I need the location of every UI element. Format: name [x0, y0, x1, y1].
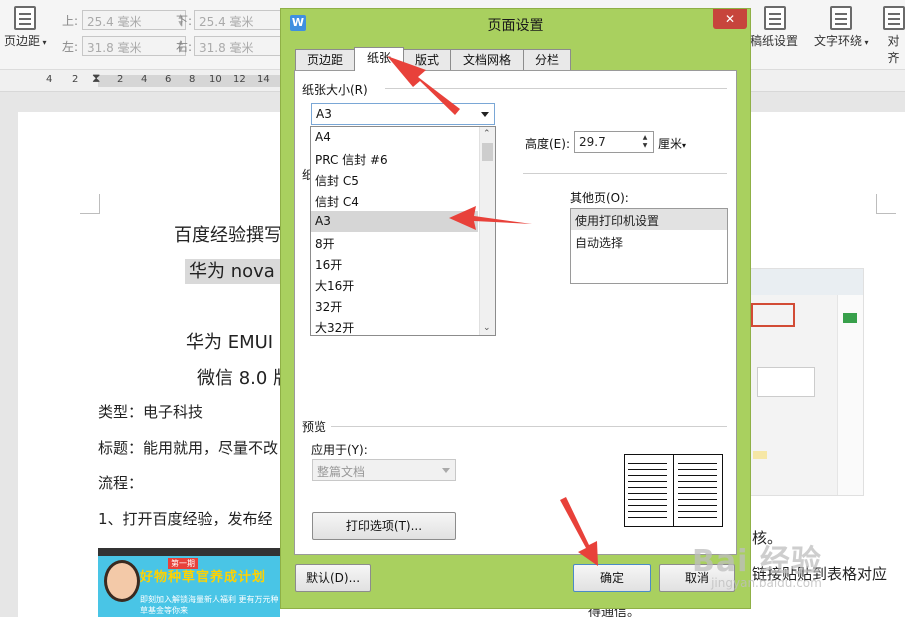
arrow-to-paper-tab-icon — [387, 56, 460, 115]
annotation-arrows — [387, 56, 598, 566]
arrow-to-ok-button-icon — [560, 497, 598, 566]
arrow-to-a3-option-icon — [449, 206, 532, 230]
